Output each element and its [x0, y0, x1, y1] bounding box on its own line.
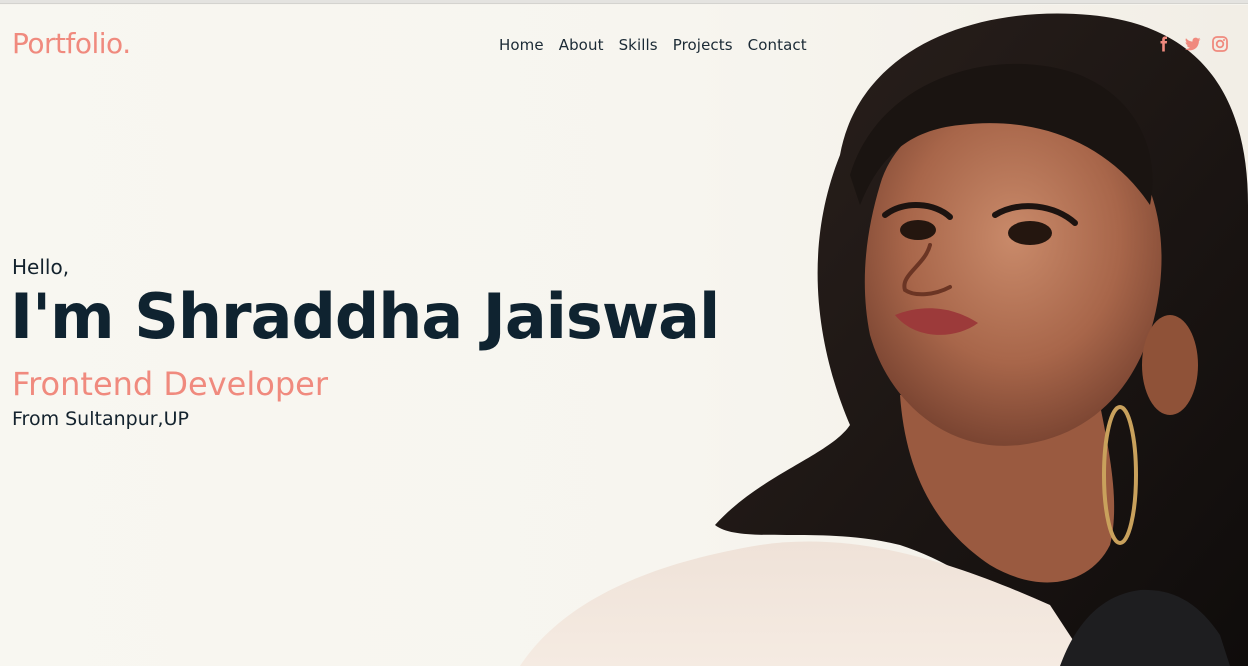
- nav-projects[interactable]: Projects: [673, 36, 733, 54]
- nav-skills[interactable]: Skills: [619, 36, 658, 54]
- job-title: Frontend Developer: [12, 365, 328, 403]
- facebook-icon[interactable]: [1156, 36, 1172, 52]
- nav-home[interactable]: Home: [499, 36, 544, 54]
- browser-top-border: [0, 0, 1248, 4]
- location-text: From Sultanpur,UP: [12, 408, 189, 430]
- social-links: [1156, 36, 1228, 52]
- nav-contact[interactable]: Contact: [748, 36, 807, 54]
- instagram-icon[interactable]: [1212, 36, 1228, 52]
- twitter-icon[interactable]: [1184, 36, 1201, 52]
- nav-about[interactable]: About: [559, 36, 604, 54]
- greeting-text: Hello,: [12, 255, 70, 279]
- portfolio-logo[interactable]: Portfolio.: [12, 27, 131, 60]
- main-navigation: Home About Skills Projects Contact: [499, 36, 807, 54]
- hero-section: Portfolio. Home About Skills Projects Co…: [0, 5, 1248, 666]
- hero-name-heading: I'm Shraddha Jaiswal: [10, 280, 720, 353]
